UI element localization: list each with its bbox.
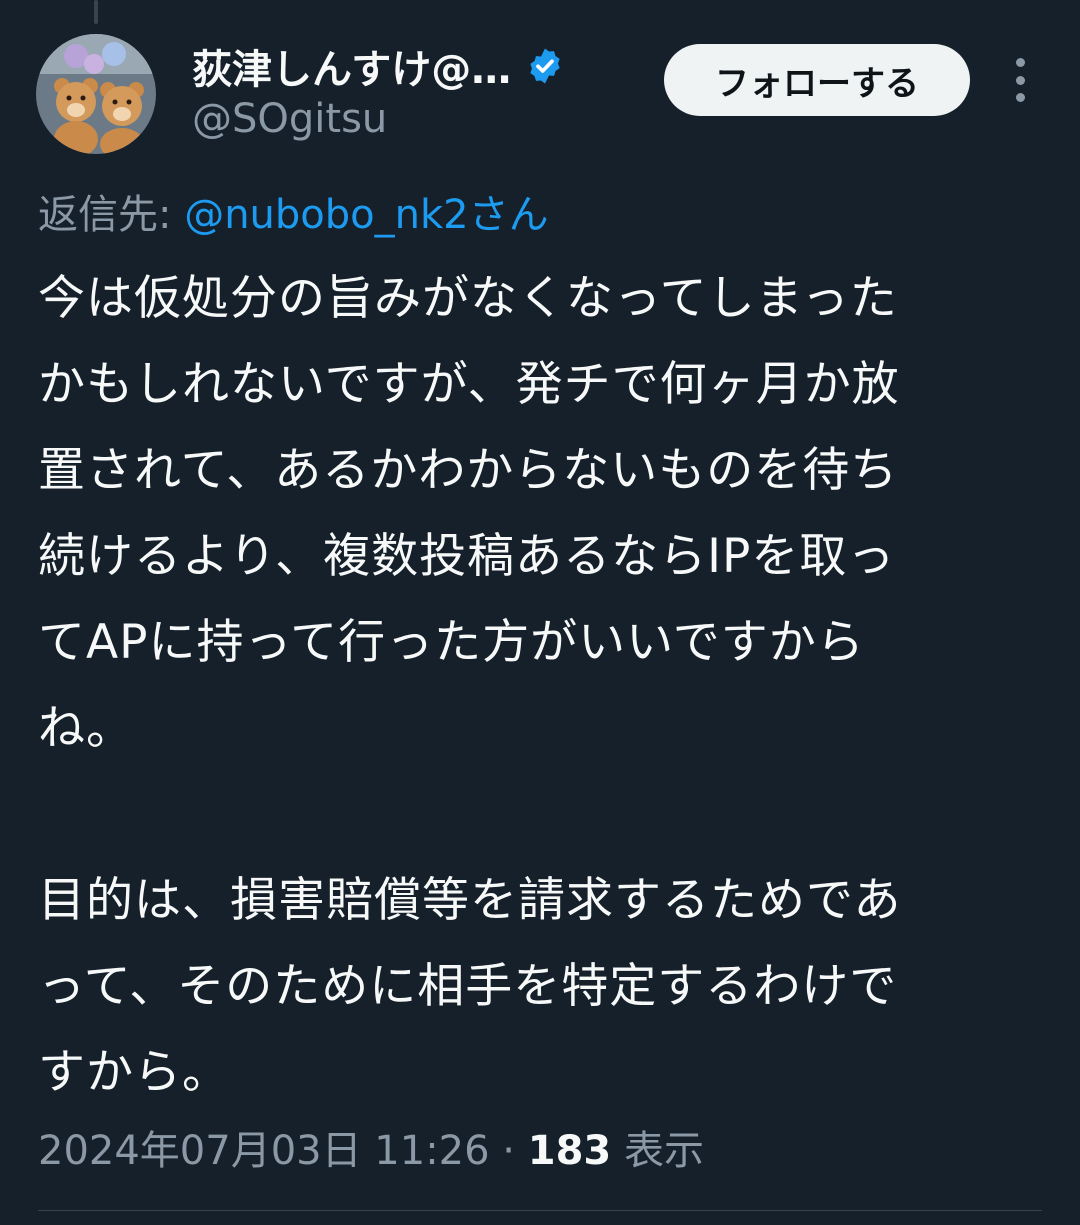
- tweet-text-line: って、そのために相手を特定するわけで: [38, 959, 898, 1014]
- more-dot: [1015, 93, 1025, 102]
- views-label: 表示: [611, 1128, 704, 1174]
- more-dot: [1015, 58, 1025, 67]
- tweet-text-line: 置されて、あるかわからないものを待ち: [38, 443, 899, 498]
- author-display-name[interactable]: 荻津しんすけ@…: [192, 37, 511, 95]
- thread-connector-line: [94, 0, 98, 24]
- reply-to-prefix: 返信先:: [38, 192, 185, 238]
- more-vertical-icon[interactable]: [1004, 58, 1036, 102]
- reply-to: 返信先: @nubobo_nk2さん: [38, 182, 549, 240]
- views-count: 183: [527, 1128, 612, 1174]
- tweet-text-line: てAPに持って行った方がいいですから: [38, 615, 865, 670]
- divider: [38, 1210, 1042, 1211]
- author-name-row[interactable]: 荻津しんすけ@…: [192, 38, 565, 94]
- tweet-text-line: すから。: [38, 1045, 230, 1100]
- meta-separator: ·: [489, 1128, 528, 1174]
- verified-badge-icon: [530, 48, 560, 84]
- tweet-text: 今は仮処分の旨みがなくなってしまった かもしれないですが、発チで何ヶ月か放 置さ…: [38, 256, 1048, 1116]
- tweet-timestamp[interactable]: 2024年07月03日 11:26: [38, 1128, 490, 1174]
- tweet-text-line: [38, 772, 1048, 858]
- reply-to-mention-link[interactable]: @nubobo_nk2さん: [184, 192, 548, 238]
- follow-button[interactable]: フォローする: [664, 44, 970, 116]
- tweet-text-line: 目的は、損害賠償等を請求するためであ: [38, 873, 902, 928]
- tweet-meta: 2024年07月03日 11:26 · 183 表示: [38, 1118, 704, 1176]
- tweet-text-line: 今は仮処分の旨みがなくなってしまった: [38, 271, 898, 326]
- avatar[interactable]: [36, 34, 156, 154]
- author-handle[interactable]: @SOgitsu: [192, 96, 387, 142]
- tweet-text-line: ね。: [38, 701, 134, 756]
- tweet-text-line: 続けるより、複数投稿あるならIPを取っ: [38, 529, 896, 584]
- avatar-image: [36, 34, 156, 154]
- tweet-text-line: かもしれないですが、発チで何ヶ月か放: [38, 357, 900, 412]
- more-dot: [1015, 75, 1025, 85]
